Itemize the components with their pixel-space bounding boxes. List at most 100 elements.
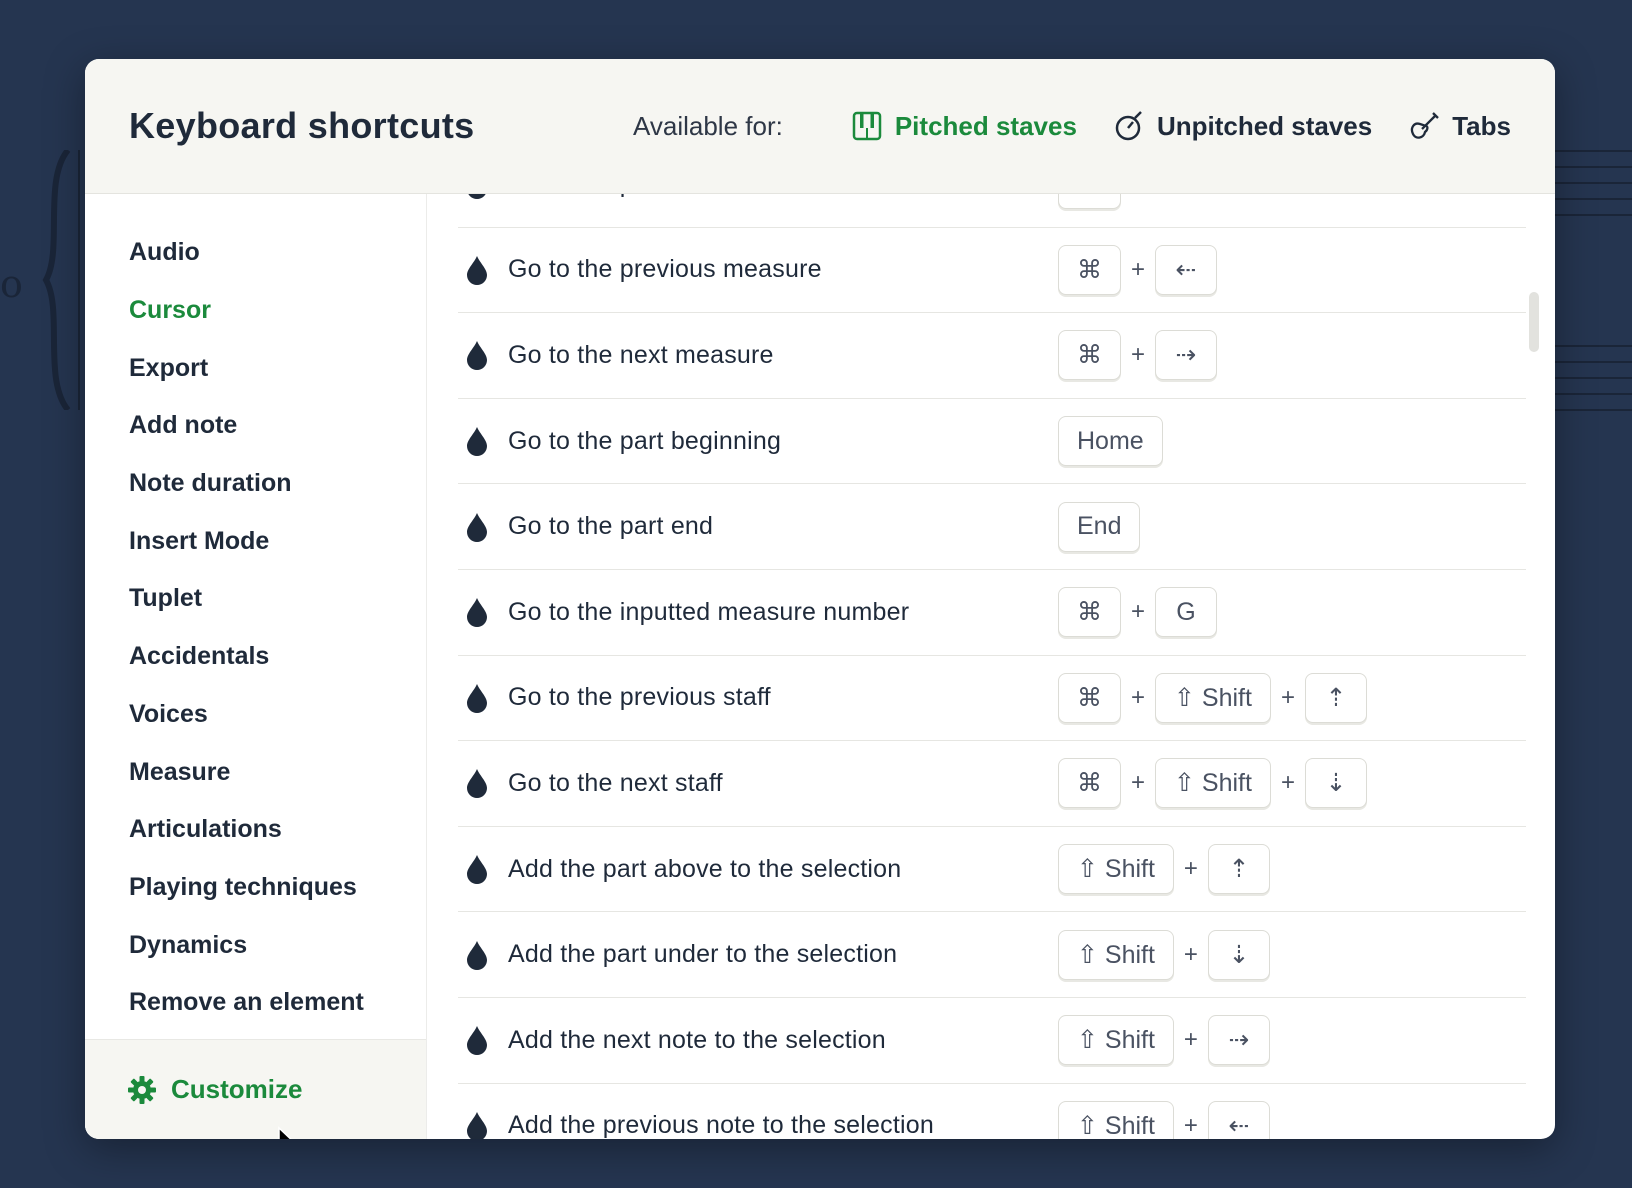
score-brace	[42, 150, 71, 410]
keycap: ⇠	[1207, 1100, 1270, 1139]
keycap: ⇧ Shift	[1058, 1015, 1174, 1066]
sidebar-item-measure[interactable]: Measure	[129, 743, 364, 801]
sidebar-item-dynamics[interactable]: Dynamics	[129, 916, 364, 974]
score-fragment: o	[0, 262, 23, 306]
drum-icon	[1115, 111, 1142, 141]
filter-label: Tabs	[1452, 110, 1511, 141]
key-separator: +	[1183, 1026, 1198, 1054]
shortcut-row: Add the part under to the selection ⇧ Shi…	[458, 912, 1526, 998]
keycap: ⇣	[1207, 929, 1270, 980]
category-list: Audio Cursor Export Add note Note duration In…	[129, 224, 364, 1032]
piano-keys-icon	[852, 111, 882, 141]
keycap: ⇡	[1207, 844, 1270, 895]
shortcut-label: Add the previous note to the selection	[508, 1111, 934, 1139]
pitched-drop-icon	[468, 194, 486, 200]
shortcut-label: Go to the previous staff	[508, 683, 771, 712]
keycap: ⌘	[1058, 587, 1121, 638]
shortcut-row: Go to the next staff ⌘ + ⇧ Shift + ⇣	[458, 741, 1526, 827]
shortcut-keys: ⇧ Shift + ⇠	[1058, 1100, 1270, 1139]
key-separator: +	[1280, 683, 1295, 711]
keycap: ⌘	[1058, 758, 1121, 809]
shortcut-label: Go to the next staff	[508, 768, 723, 797]
shortcut-row: Add the part above to the selection ⇧ Shi…	[458, 827, 1526, 913]
sidebar-item-accidentals[interactable]: Accidentals	[129, 628, 364, 686]
key-separator: +	[1131, 769, 1146, 797]
pitched-drop-icon	[467, 598, 487, 628]
shortcut-label: Go to the previous measure	[508, 255, 822, 284]
sidebar-item-remove-an-element[interactable]: Remove an element	[129, 974, 364, 1032]
shortcut-row: Go to the inputted measure number ⌘ + G	[458, 570, 1526, 656]
shortcut-row: Go to the part beginning Home	[458, 399, 1526, 485]
pitched-drop-icon	[467, 341, 487, 371]
key-separator: +	[1183, 855, 1198, 883]
keycap: ⇧ Shift	[1155, 758, 1271, 809]
keycap: ⇡	[1304, 672, 1367, 723]
keycap: ⇧ Shift	[1058, 929, 1174, 980]
key-separator: +	[1183, 940, 1198, 968]
pitched-drop-icon	[467, 1026, 487, 1056]
shortcut-keys: ⌘ + ⇢	[1058, 330, 1218, 381]
customize-label: Customize	[171, 1074, 303, 1104]
customize-button[interactable]: Customize	[127, 1074, 303, 1139]
shortcut-label: Go to the inputted measure number	[508, 597, 910, 626]
shortcut-label: Go to the part end	[508, 512, 714, 541]
sidebar-item-export[interactable]: Export	[129, 339, 364, 397]
shortcut-row: Add the previous note to the selection ⇧ …	[458, 1084, 1526, 1139]
key-separator: +	[1280, 769, 1295, 797]
shortcuts-panel[interactable]: Go to the previous note←Go to the previo…	[428, 194, 1555, 1139]
sidebar-item-insert-mode[interactable]: Insert Mode	[129, 512, 364, 570]
score-staff-right-bottom	[1555, 345, 1632, 415]
filter-unpitched-staves[interactable]: Unpitched staves	[1113, 110, 1372, 142]
keycap: ⌘	[1058, 330, 1121, 381]
filter-pitched-staves[interactable]: Pitched staves	[851, 110, 1077, 142]
keycap: End	[1058, 501, 1141, 552]
shortcut-keys: ⇧ Shift + ⇡	[1058, 844, 1270, 895]
gear-icon	[128, 1075, 156, 1104]
sidebar-item-add-note[interactable]: Add note	[129, 397, 364, 455]
shortcut-keys: ⌘ + ⇧ Shift + ⇣	[1058, 758, 1367, 809]
shortcut-label: Add the part under to the selection	[508, 940, 898, 969]
shortcut-label: Add the part above to the selection	[508, 854, 902, 883]
sidebar-item-note-duration[interactable]: Note duration	[129, 455, 364, 513]
filter-label: Pitched staves	[894, 110, 1077, 141]
filter-label: Unpitched staves	[1156, 110, 1373, 141]
keycap: ⇢	[1155, 330, 1218, 381]
sidebar-item-playing-techniques[interactable]: Playing techniques	[129, 859, 364, 917]
modal-title: Keyboard shortcuts	[129, 105, 475, 146]
pitched-drop-icon	[467, 1111, 487, 1139]
sidebar-item-articulations[interactable]: Articulations	[129, 801, 364, 859]
keycap: ⌘	[1058, 672, 1121, 723]
key-separator: +	[1183, 1111, 1198, 1139]
pitched-drop-icon	[467, 683, 487, 713]
category-sidebar: Audio Cursor Export Add note Note duration In…	[85, 194, 427, 1139]
sidebar-item-audio[interactable]: Audio	[129, 224, 364, 282]
scrollbar-thumb[interactable]	[1529, 292, 1539, 352]
sidebar-item-tuplet[interactable]: Tuplet	[129, 570, 364, 628]
shortcut-row: Go to the part end End	[458, 484, 1526, 570]
shortcut-row: Go to the previous staff ⌘ + ⇧ Shift + ⇡	[458, 656, 1526, 742]
sidebar-footer: Customize	[85, 1039, 426, 1139]
sidebar-item-voices[interactable]: Voices	[129, 686, 364, 744]
shortcut-keys: Home	[1058, 416, 1163, 467]
shortcut-keys: ⌘ + ⇠	[1058, 244, 1218, 295]
keycap: G	[1155, 587, 1218, 638]
shortcut-keys: ⌘ + G	[1058, 587, 1218, 638]
shortcut-label: Go to the next measure	[508, 340, 774, 369]
shortcuts-list: Go to the previous note←Go to the previo…	[458, 194, 1526, 1139]
shortcut-keys: ⌘ + ⇧ Shift + ⇡	[1058, 672, 1367, 723]
sidebar-item-cursor[interactable]: Cursor	[129, 282, 364, 340]
shortcut-row: Go to the previous measure ⌘ + ⇠	[458, 228, 1526, 314]
mouse-pointer-icon	[278, 1126, 292, 1139]
keycap: ←	[1058, 194, 1121, 210]
filter-tabs[interactable]: Tabs	[1408, 110, 1511, 142]
shortcut-label: Add the next note to the selection	[508, 1025, 886, 1054]
keycap: ⇠	[1155, 244, 1218, 295]
guitar-icon	[1411, 112, 1440, 139]
modal-header: Keyboard shortcuts Available for: Pitche…	[85, 59, 1555, 194]
available-for-label: Available for:	[633, 110, 783, 141]
keycap: ⌘	[1058, 244, 1121, 295]
shortcut-keys: ←	[1058, 194, 1121, 210]
keycap: ⇣	[1304, 758, 1367, 809]
score-staff-right-top	[1555, 150, 1632, 220]
shortcut-row: Go to the next measure ⌘ + ⇢	[458, 313, 1526, 399]
